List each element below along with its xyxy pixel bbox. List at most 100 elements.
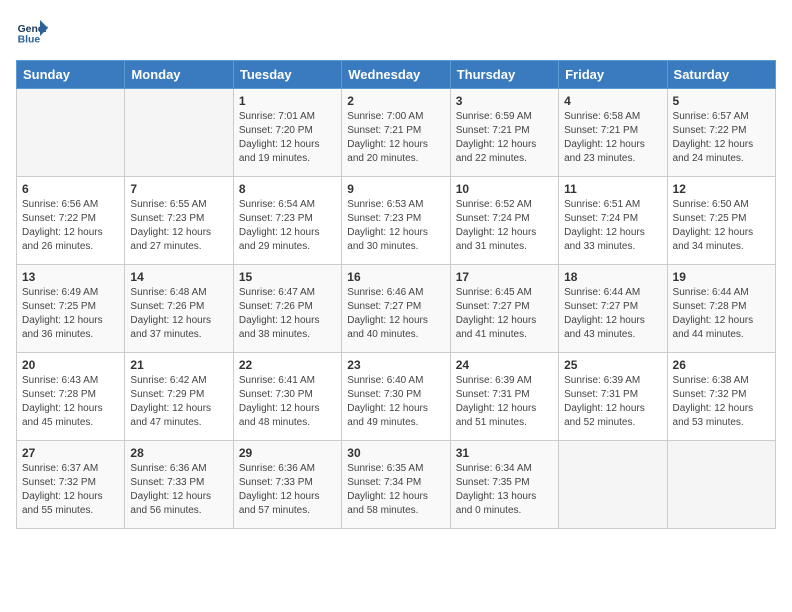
day-number: 4 [564,94,661,108]
calendar-cell: 26 Sunrise: 6:38 AM Sunset: 7:32 PM Dayli… [667,353,775,441]
calendar-week-row: 27 Sunrise: 6:37 AM Sunset: 7:32 PM Dayli… [17,441,776,529]
day-detail: Sunrise: 6:53 AM Sunset: 7:23 PM Dayligh… [347,198,444,254]
day-detail: Sunrise: 6:49 AM Sunset: 7:25 PM Dayligh… [22,286,119,342]
calendar-cell: 2 Sunrise: 7:00 AM Sunset: 7:21 PM Daylig… [342,89,450,177]
header-day-monday: Monday [125,61,233,89]
day-detail: Sunrise: 6:54 AM Sunset: 7:23 PM Dayligh… [239,198,336,254]
day-detail: Sunrise: 6:58 AM Sunset: 7:21 PM Dayligh… [564,110,661,166]
calendar-cell: 24 Sunrise: 6:39 AM Sunset: 7:31 PM Dayli… [450,353,558,441]
header-day-friday: Friday [559,61,667,89]
day-number: 6 [22,182,119,196]
calendar-week-row: 20 Sunrise: 6:43 AM Sunset: 7:28 PM Dayli… [17,353,776,441]
header: General Blue [16,16,776,48]
day-number: 17 [456,270,553,284]
calendar-cell: 25Sunrise: 6:39 AM Sunset: 7:31 PM Dayli… [559,353,667,441]
calendar-cell: 3Sunrise: 6:59 AM Sunset: 7:21 PM Daylig… [450,89,558,177]
calendar-cell: 18 Sunrise: 6:44 AM Sunset: 7:27 PM Dayli… [559,265,667,353]
day-number: 31 [456,446,553,460]
day-number: 14 [130,270,227,284]
day-number: 18 [564,270,661,284]
calendar-header-row: SundayMondayTuesdayWednesdayThursdayFrid… [17,61,776,89]
calendar-cell: 12 Sunrise: 6:50 AM Sunset: 7:25 PM Dayli… [667,177,775,265]
calendar-cell: 17 Sunrise: 6:45 AM Sunset: 7:27 PM Dayli… [450,265,558,353]
day-number: 16 [347,270,444,284]
calendar-cell: 19 Sunrise: 6:44 AM Sunset: 7:28 PM Dayli… [667,265,775,353]
day-number: 30 [347,446,444,460]
day-detail: Sunrise: 6:43 AM Sunset: 7:28 PM Dayligh… [22,374,119,430]
logo: General Blue [16,16,48,48]
logo-icon: General Blue [16,16,48,48]
day-number: 20 [22,358,119,372]
calendar-cell: 30 Sunrise: 6:35 AM Sunset: 7:34 PM Dayli… [342,441,450,529]
header-day-wednesday: Wednesday [342,61,450,89]
day-detail: Sunrise: 6:47 AM Sunset: 7:26 PM Dayligh… [239,286,336,342]
day-detail: Sunrise: 6:35 AM Sunset: 7:34 PM Dayligh… [347,462,444,518]
calendar-cell: 9 Sunrise: 6:53 AM Sunset: 7:23 PM Daylig… [342,177,450,265]
day-detail: Sunrise: 6:50 AM Sunset: 7:25 PM Dayligh… [673,198,770,254]
day-number: 23 [347,358,444,372]
header-day-sunday: Sunday [17,61,125,89]
day-number: 11 [564,182,661,196]
calendar-cell: 7 Sunrise: 6:55 AM Sunset: 7:23 PM Daylig… [125,177,233,265]
day-detail: Sunrise: 6:57 AM Sunset: 7:22 PM Dayligh… [673,110,770,166]
day-detail: Sunrise: 6:36 AM Sunset: 7:33 PM Dayligh… [239,462,336,518]
calendar-week-row: 6 Sunrise: 6:56 AM Sunset: 7:22 PM Daylig… [17,177,776,265]
header-day-thursday: Thursday [450,61,558,89]
calendar-cell: 11 Sunrise: 6:51 AM Sunset: 7:24 PM Dayli… [559,177,667,265]
day-detail: Sunrise: 6:38 AM Sunset: 7:32 PM Dayligh… [673,374,770,430]
day-detail: Sunrise: 7:00 AM Sunset: 7:21 PM Dayligh… [347,110,444,166]
day-number: 13 [22,270,119,284]
day-number: 19 [673,270,770,284]
day-number: 2 [347,94,444,108]
day-detail: Sunrise: 6:34 AM Sunset: 7:35 PM Dayligh… [456,462,553,518]
calendar-cell: 31 Sunrise: 6:34 AM Sunset: 7:35 PM Dayli… [450,441,558,529]
day-number: 9 [347,182,444,196]
calendar-cell: 28 Sunrise: 6:36 AM Sunset: 7:33 PM Dayli… [125,441,233,529]
calendar-cell: 20 Sunrise: 6:43 AM Sunset: 7:28 PM Dayli… [17,353,125,441]
day-detail: Sunrise: 6:55 AM Sunset: 7:23 PM Dayligh… [130,198,227,254]
day-number: 12 [673,182,770,196]
day-detail: Sunrise: 6:39 AM Sunset: 7:31 PM Dayligh… [456,374,553,430]
calendar-table: SundayMondayTuesdayWednesdayThursdayFrid… [16,60,776,529]
day-detail: Sunrise: 6:51 AM Sunset: 7:24 PM Dayligh… [564,198,661,254]
day-number: 27 [22,446,119,460]
calendar-cell: 23 Sunrise: 6:40 AM Sunset: 7:30 PM Dayli… [342,353,450,441]
day-detail: Sunrise: 6:56 AM Sunset: 7:22 PM Dayligh… [22,198,119,254]
day-number: 1 [239,94,336,108]
header-day-saturday: Saturday [667,61,775,89]
calendar-cell: 15 Sunrise: 6:47 AM Sunset: 7:26 PM Dayli… [233,265,341,353]
day-number: 24 [456,358,553,372]
day-detail: Sunrise: 6:40 AM Sunset: 7:30 PM Dayligh… [347,374,444,430]
day-number: 7 [130,182,227,196]
day-detail: Sunrise: 6:44 AM Sunset: 7:28 PM Dayligh… [673,286,770,342]
day-number: 3 [456,94,553,108]
day-detail: Sunrise: 6:46 AM Sunset: 7:27 PM Dayligh… [347,286,444,342]
calendar-cell: 22Sunrise: 6:41 AM Sunset: 7:30 PM Dayli… [233,353,341,441]
day-detail: Sunrise: 6:44 AM Sunset: 7:27 PM Dayligh… [564,286,661,342]
day-number: 21 [130,358,227,372]
day-detail: Sunrise: 6:52 AM Sunset: 7:24 PM Dayligh… [456,198,553,254]
calendar-cell: 13 Sunrise: 6:49 AM Sunset: 7:25 PM Dayli… [17,265,125,353]
day-number: 28 [130,446,227,460]
calendar-cell [17,89,125,177]
day-detail: Sunrise: 6:42 AM Sunset: 7:29 PM Dayligh… [130,374,227,430]
day-number: 26 [673,358,770,372]
calendar-cell: 27 Sunrise: 6:37 AM Sunset: 7:32 PM Dayli… [17,441,125,529]
day-number: 22 [239,358,336,372]
day-number: 15 [239,270,336,284]
calendar-cell: 14Sunrise: 6:48 AM Sunset: 7:26 PM Dayli… [125,265,233,353]
calendar-cell: 1Sunrise: 7:01 AM Sunset: 7:20 PM Daylig… [233,89,341,177]
day-detail: Sunrise: 6:36 AM Sunset: 7:33 PM Dayligh… [130,462,227,518]
calendar-cell: 8 Sunrise: 6:54 AM Sunset: 7:23 PM Daylig… [233,177,341,265]
day-number: 5 [673,94,770,108]
day-number: 8 [239,182,336,196]
calendar-week-row: 1Sunrise: 7:01 AM Sunset: 7:20 PM Daylig… [17,89,776,177]
calendar-cell: 29 Sunrise: 6:36 AM Sunset: 7:33 PM Dayli… [233,441,341,529]
svg-text:Blue: Blue [18,34,41,45]
calendar-cell: 6 Sunrise: 6:56 AM Sunset: 7:22 PM Daylig… [17,177,125,265]
calendar-cell: 10Sunrise: 6:52 AM Sunset: 7:24 PM Dayli… [450,177,558,265]
day-number: 29 [239,446,336,460]
calendar-cell [667,441,775,529]
day-detail: Sunrise: 6:37 AM Sunset: 7:32 PM Dayligh… [22,462,119,518]
day-detail: Sunrise: 6:45 AM Sunset: 7:27 PM Dayligh… [456,286,553,342]
